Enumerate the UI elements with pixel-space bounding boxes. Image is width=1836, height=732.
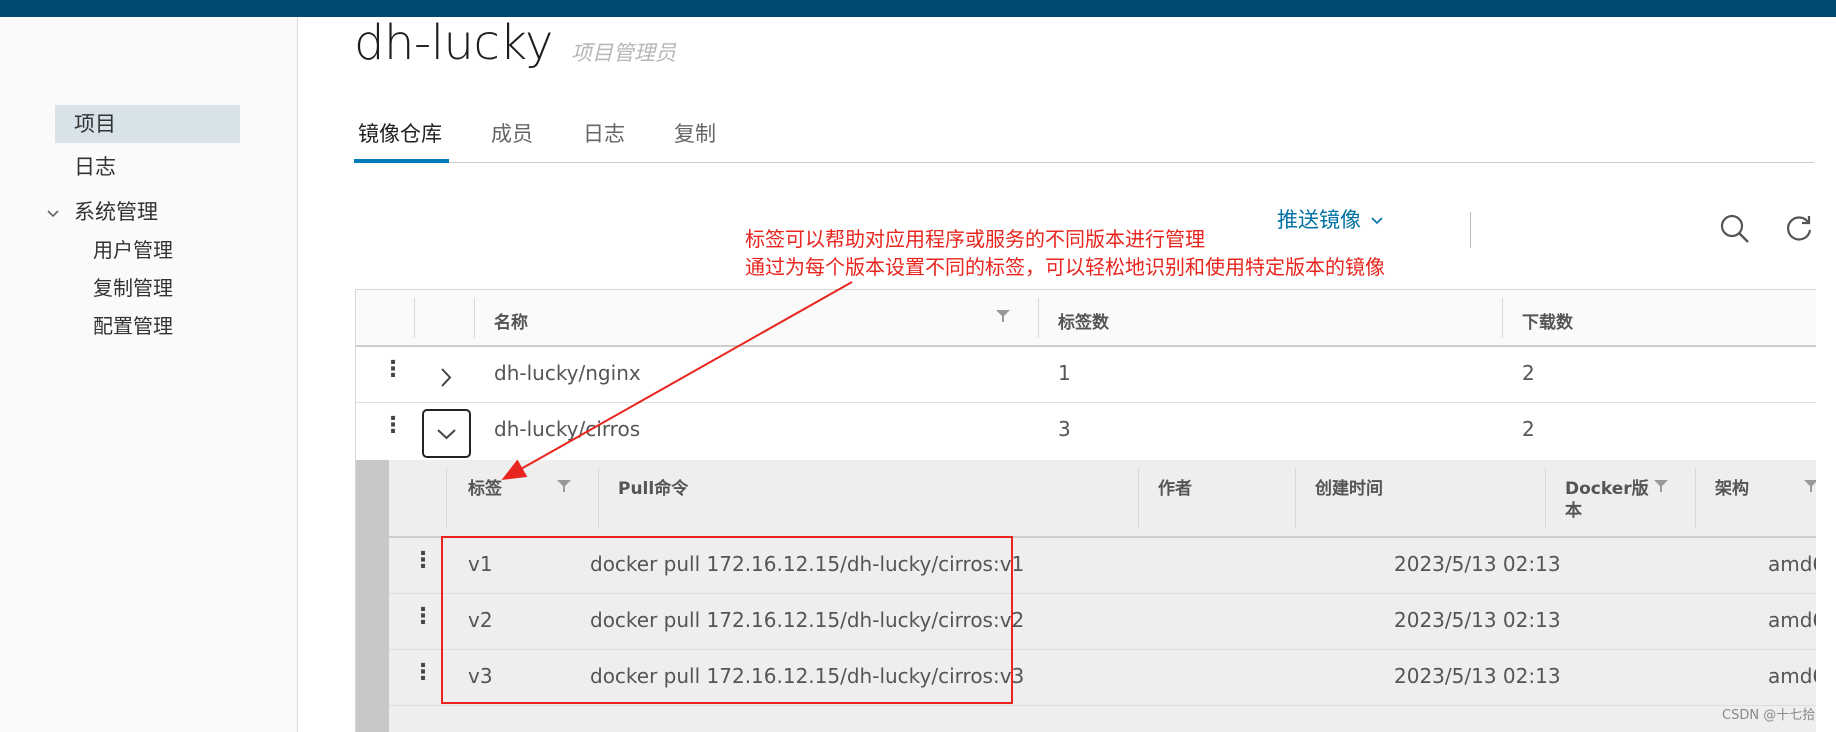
- expand-row-button[interactable]: [422, 353, 471, 402]
- tab-replication[interactable]: 复制: [674, 117, 716, 163]
- tab-repositories[interactable]: 镜像仓库: [354, 117, 449, 163]
- architecture: amd6: [1768, 608, 1816, 632]
- refresh-icon[interactable]: [1785, 214, 1813, 246]
- sidebar-item-logs[interactable]: 日志: [74, 152, 116, 182]
- row-actions-icon[interactable]: ⋮: [382, 415, 404, 437]
- architecture: amd6: [1768, 552, 1816, 576]
- watermark: CSDN @十七拾: [1722, 708, 1816, 723]
- repo-tag-count: 1: [1058, 361, 1071, 385]
- row-actions-icon[interactable]: ⋮: [412, 606, 434, 628]
- sidebar-item-projects[interactable]: 项目: [55, 105, 240, 143]
- filter-icon[interactable]: [1804, 480, 1816, 496]
- annotation-highlight-box: [441, 536, 1013, 704]
- sidebar-item-system-admin[interactable]: 系统管理: [74, 197, 158, 227]
- filter-icon[interactable]: [1654, 480, 1668, 496]
- tab-bar: 镜像仓库 成员 日志 复制: [354, 117, 1814, 163]
- page-role-subtitle: 项目管理员: [571, 41, 676, 65]
- column-header-created-time[interactable]: 创建时间: [1315, 478, 1383, 500]
- column-header-name[interactable]: 名称: [494, 308, 528, 333]
- column-header-download-count[interactable]: 下载数: [1522, 308, 1573, 333]
- page-title: dh-lucky: [354, 15, 553, 71]
- row-actions-icon[interactable]: ⋮: [382, 359, 404, 381]
- annotation-text: 标签可以帮助对应用程序或服务的不同版本进行管理 通过为每个版本设置不同的标签，可…: [745, 225, 1385, 281]
- annotation-line-1: 标签可以帮助对应用程序或服务的不同版本进行管理: [745, 227, 1205, 251]
- tab-members[interactable]: 成员: [491, 117, 533, 163]
- annotation-line-2: 通过为每个版本设置不同的标签，可以轻松地识别和使用特定版本的镜像: [745, 255, 1385, 279]
- repo-download-count: 2: [1522, 417, 1535, 441]
- created-time: 2023/5/13 02:13: [1394, 552, 1561, 576]
- collapse-row-button[interactable]: [422, 409, 471, 458]
- top-header-bar: [0, 0, 1836, 17]
- toolbar-divider: [1470, 212, 1471, 248]
- repo-name[interactable]: dh-lucky/cirros: [494, 417, 640, 441]
- datagrid-header: 名称 标签数 下载数: [356, 290, 1816, 347]
- column-header-architecture[interactable]: 架构: [1715, 478, 1749, 500]
- repo-tag-count: 3: [1058, 417, 1071, 441]
- table-row[interactable]: ⋮ dh-lucky/cirros 3 2: [356, 403, 1816, 459]
- column-header-tag[interactable]: 标签: [468, 478, 502, 500]
- table-row[interactable]: ⋮ dh-lucky/nginx 1 2: [356, 347, 1816, 403]
- row-actions-icon[interactable]: ⋮: [412, 662, 434, 684]
- search-icon[interactable]: [1720, 214, 1750, 248]
- chevron-down-icon[interactable]: [46, 207, 60, 223]
- sidebar-item-replication-management[interactable]: 复制管理: [93, 273, 173, 303]
- sidebar-item-config-management[interactable]: 配置管理: [93, 311, 173, 341]
- tag-datagrid-header: 标签 Pull命令 作者 创建时间 Docker版本 架构: [389, 460, 1816, 538]
- row-actions-icon[interactable]: ⋮: [412, 550, 434, 572]
- column-header-tag-count[interactable]: 标签数: [1058, 308, 1109, 333]
- created-time: 2023/5/13 02:13: [1394, 664, 1561, 688]
- filter-icon[interactable]: [996, 310, 1010, 326]
- repo-name[interactable]: dh-lucky/nginx: [494, 361, 641, 385]
- tab-logs[interactable]: 日志: [583, 117, 625, 163]
- column-header-author[interactable]: 作者: [1158, 478, 1192, 500]
- architecture: amd6: [1768, 664, 1816, 688]
- column-header-docker-version[interactable]: Docker版本: [1565, 478, 1655, 522]
- created-time: 2023/5/13 02:13: [1394, 608, 1561, 632]
- repo-download-count: 2: [1522, 361, 1535, 385]
- column-header-pull-command[interactable]: Pull命令: [618, 478, 688, 500]
- filter-icon[interactable]: [557, 480, 571, 496]
- sidebar-item-user-management[interactable]: 用户管理: [93, 235, 173, 265]
- sidebar: 项目 日志 系统管理 用户管理 复制管理 配置管理: [0, 17, 298, 732]
